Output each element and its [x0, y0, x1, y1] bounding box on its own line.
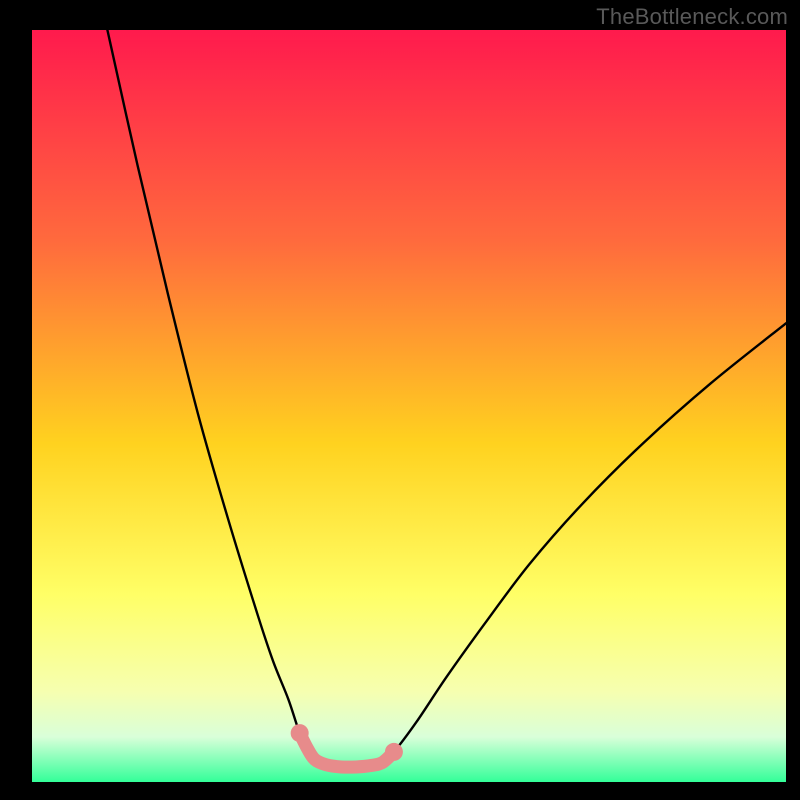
- highlight-endpoint-dot: [291, 724, 309, 742]
- plot-background: [32, 30, 786, 782]
- chart-container: TheBottleneck.com: [0, 0, 800, 800]
- highlight-endpoint-dot: [385, 743, 403, 761]
- watermark-text: TheBottleneck.com: [596, 4, 788, 30]
- bottleneck-curve-chart: [0, 0, 800, 800]
